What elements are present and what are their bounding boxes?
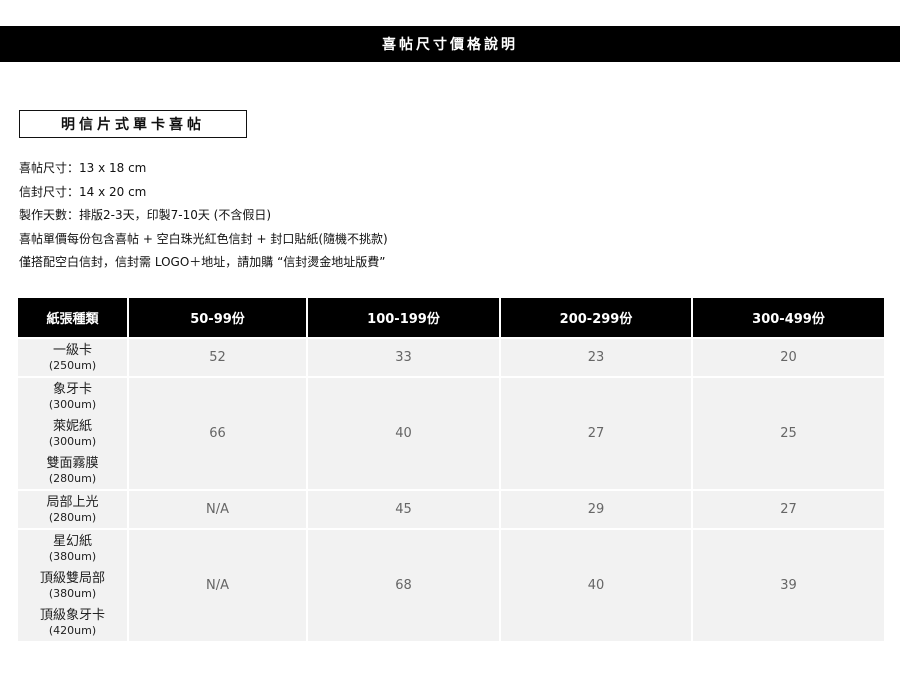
paper-name: 雙面霧膜 [46,456,99,471]
page-title: 喜帖尺寸價格說明 [0,26,900,62]
paper-item: 萊妮紙 (300um) [18,415,127,452]
paper-cell: 局部上光 (280um) [18,489,128,529]
price-cell: 40 [499,528,692,641]
spec-production-time: 製作天數：排版2-3天，印製7-10天 (不含假日) [19,208,272,222]
table-row: 一級卡 (250um) 52 33 23 20 [18,337,884,377]
paper-thickness: (280um) [48,472,97,485]
price-table: 紙張種類 50-99份 100-199份 200-299份 300-499份 一… [18,298,884,641]
paper-item: 星幻紙 (380um) [18,530,127,567]
price-cell: 33 [306,337,500,377]
paper-cell: 一級卡 (250um) [18,337,128,377]
price-cell: 45 [306,489,500,529]
price-cell: N/A [127,528,307,641]
table-row: 星幻紙 (380um) 頂級雙局部 (380um) 頂級象牙卡 (420um) … [18,528,884,641]
paper-thickness: (380um) [48,587,97,600]
price-table-header-row: 紙張種類 50-99份 100-199份 200-299份 300-499份 [18,298,884,338]
section-heading-text: 明信片式單卡喜帖 [61,117,205,133]
price-cell: 25 [691,376,884,490]
spec-envelope-size: 信封尺寸：14 x 20 cm [19,184,147,199]
price-cell: 52 [127,337,307,377]
header-qty-50-99: 50-99份 [127,298,307,338]
paper-thickness: (380um) [48,550,97,563]
table-row: 局部上光 (280um) N/A 45 29 27 [18,489,884,529]
price-cell: 40 [306,376,500,490]
price-cell: 23 [499,337,692,377]
paper-name: 頂級象牙卡 [39,608,105,623]
paper-cell: 象牙卡 (300um) 萊妮紙 (300um) 雙面霧膜 (280um) [18,376,128,490]
spec-card-size: 喜帖尺寸：13 x 18 cm [19,161,147,175]
price-cell: 29 [499,489,692,529]
price-cell: 20 [691,337,884,377]
page-title-text: 喜帖尺寸價格說明 [382,37,518,53]
header-paper-type: 紙張種類 [18,298,128,338]
header-qty-300-499: 300-499份 [691,298,884,338]
paper-cell: 星幻紙 (380um) 頂級雙局部 (380um) 頂級象牙卡 (420um) [18,528,128,641]
spec-info-list: 喜帖尺寸：13 x 18 cm 信封尺寸：14 x 20 cm 製作天數：排版2… [19,157,388,275]
paper-name: 萊妮紙 [52,419,92,434]
price-cell: 66 [127,376,307,490]
paper-item: 頂級象牙卡 (420um) [18,604,127,641]
paper-thickness: (280um) [48,511,97,524]
price-cell: 68 [306,528,500,641]
paper-name: 局部上光 [46,495,99,510]
table-row: 象牙卡 (300um) 萊妮紙 (300um) 雙面霧膜 (280um) 66 … [18,376,884,490]
paper-thickness: (250um) [48,359,97,372]
spec-envelope-note: 僅搭配空白信封，信封需 LOGO＋地址，請加購 “信封燙金地址版費” [19,255,386,269]
paper-item: 雙面霧膜 (280um) [18,452,127,489]
header-qty-100-199: 100-199份 [306,298,500,338]
header-qty-200-299: 200-299份 [499,298,692,338]
paper-item: 象牙卡 (300um) [18,378,127,415]
price-cell: 39 [691,528,884,641]
paper-item: 頂級雙局部 (380um) [18,567,127,604]
paper-name: 象牙卡 [52,382,92,397]
paper-name: 星幻紙 [52,534,92,549]
price-cell: 27 [499,376,692,490]
paper-thickness: (300um) [48,398,97,411]
paper-thickness: (300um) [48,435,97,448]
spec-price-includes: 喜帖單價每份包含喜帖 + 空白珠光紅色信封 + 封口貼紙(隨機不挑款) [19,231,388,246]
paper-name: 一級卡 [52,343,92,358]
paper-item: 一級卡 (250um) [18,339,127,376]
paper-thickness: (420um) [48,624,97,637]
price-cell: N/A [127,489,307,529]
price-cell: 27 [691,489,884,529]
paper-item: 局部上光 (280um) [18,491,127,528]
paper-name: 頂級雙局部 [39,571,105,586]
section-heading: 明信片式單卡喜帖 [19,110,247,138]
